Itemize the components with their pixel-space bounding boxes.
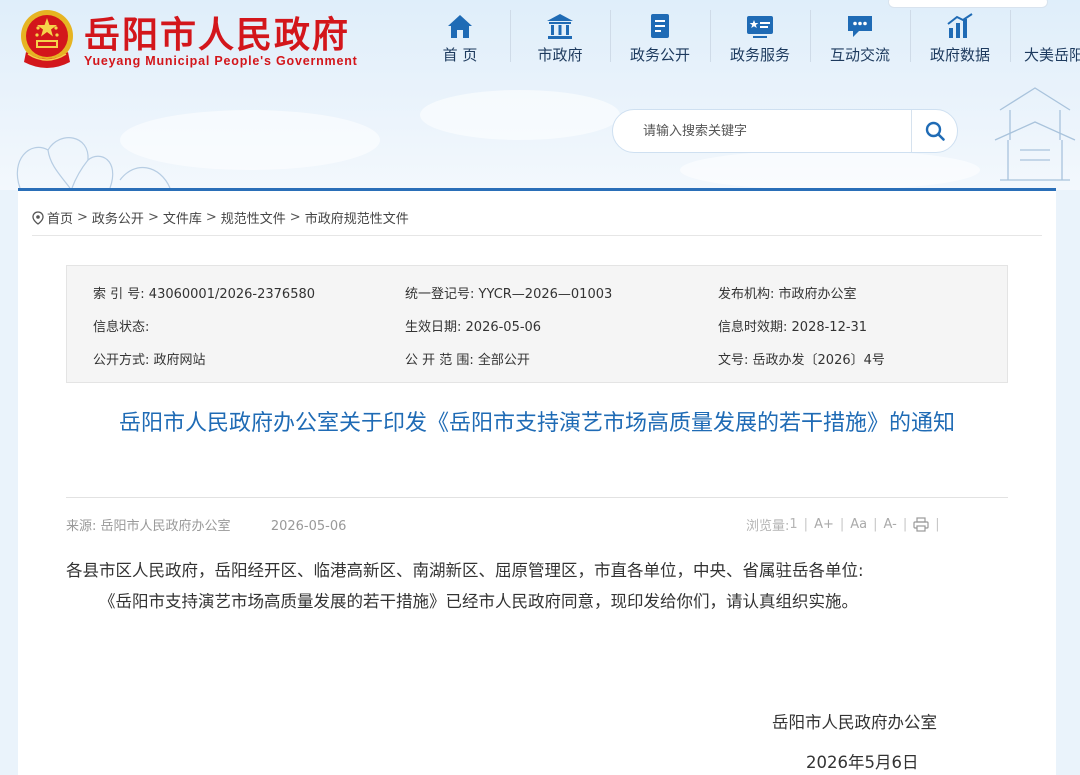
article-tools: 浏览量: 1 | A+ | Aa | A- | |: [746, 515, 946, 534]
breadcrumb: 首页 > 政务公开 > 文件库 > 规范性文件 > 市政府规范性文件: [32, 208, 409, 227]
nav-item-gov-data[interactable]: 政府数据: [910, 0, 1010, 72]
search-input[interactable]: [613, 110, 911, 152]
bar-chart-icon: [947, 13, 973, 38]
document-metadata: 索 引 号: 43060001/2026-2376580 统一登记号: YYCR…: [66, 265, 1008, 383]
nav-label: 政府数据: [929, 46, 990, 64]
meta-document-number-label: 文号:: [718, 353, 749, 368]
breadcrumb-separator: >: [205, 210, 217, 225]
print-icon[interactable]: [913, 517, 929, 532]
nav-item-home[interactable]: 首 页: [410, 0, 510, 72]
article-paragraph: 《岳阳市支持演艺市场高质量发展的若干措施》已经市人民政府同意，现印发给你们，请认…: [99, 592, 858, 611]
breadcrumb-separator: >: [77, 210, 88, 225]
content-card: 首页 > 政务公开 > 文件库 > 规范性文件 > 市政府规范性文件 索 引 号…: [18, 188, 1056, 775]
search-icon: [925, 121, 945, 141]
meta-disclosure-scope: 公 开 范 围: 全部公开: [405, 349, 530, 368]
font-increase-button[interactable]: A+: [814, 517, 834, 532]
breadcrumb-divider: [32, 235, 1042, 236]
main-nav: 首 页 市政府 政务公开 政务服务 互动交流 政府数据 大美岳阳: [410, 0, 1080, 72]
meta-issuer-value: 市政府办公室: [778, 287, 857, 302]
lotus-decoration: [16, 137, 171, 189]
breadcrumb-separator: >: [289, 210, 301, 225]
chat-bubble-icon: [848, 16, 872, 37]
source-label: 来源:: [66, 519, 97, 534]
tool-separator: |: [803, 517, 809, 532]
meta-disclosure-method-value: 政府网站: [153, 353, 206, 368]
nav-label: 首 页: [442, 46, 478, 64]
nav-label: 大美岳阳: [1023, 46, 1080, 64]
nav-label: 市政府: [537, 46, 583, 64]
home-icon: [448, 15, 472, 38]
tool-separator: |: [935, 517, 940, 532]
search-box: [612, 109, 958, 153]
signature-organization: 岳阳市人民政府办公室: [772, 713, 937, 732]
source-value: 岳阳市人民政府办公室: [100, 519, 231, 534]
meta-status: 信息状态:: [93, 316, 149, 335]
meta-expiry-date-value: 2028-12-31: [791, 320, 868, 335]
national-emblem-icon: [21, 10, 73, 68]
site-name-en: Yueyang Municipal People's Government: [84, 54, 358, 68]
article-info: 来源: 岳阳市人民政府办公室 2026-05-06: [66, 515, 346, 534]
meta-issuer: 发布机构: 市政府办公室: [718, 283, 857, 302]
breadcrumb-separator: >: [147, 210, 159, 225]
nav-item-beautiful-yueyang[interactable]: 大美岳阳: [1010, 0, 1080, 72]
meta-expiry-date: 信息时效期: 2028-12-31: [718, 316, 867, 335]
meta-registration: 统一登记号: YYCR—2026—01003: [405, 283, 612, 302]
breadcrumb-link-file-library[interactable]: 文件库: [163, 208, 202, 227]
meta-effective-date: 生效日期: 2026-05-06: [405, 316, 541, 335]
breadcrumb-link-gov-affairs[interactable]: 政务公开: [92, 208, 144, 227]
meta-registration-label: 统一登记号:: [405, 287, 475, 302]
meta-index-label: 索 引 号:: [93, 287, 145, 302]
meta-document-number-value: 岳政办发〔2026〕4号: [752, 353, 885, 368]
meta-index: 索 引 号: 43060001/2026-2376580: [93, 283, 315, 302]
article-title: 岳阳市人民政府办公室关于印发《岳阳市支持演艺市场高质量发展的若干措施》的通知: [118, 411, 955, 436]
breadcrumb-link-home[interactable]: 首页: [47, 208, 73, 227]
decorative-cloud: [420, 90, 620, 140]
meta-effective-date-label: 生效日期:: [405, 320, 462, 335]
meta-effective-date-value: 2026-05-06: [465, 320, 542, 335]
meta-disclosure-method-label: 公开方式:: [93, 353, 150, 368]
breadcrumb-link-city-normative-docs[interactable]: 市政府规范性文件: [305, 208, 409, 227]
breadcrumb-link-normative-docs[interactable]: 规范性文件: [221, 208, 286, 227]
government-building-icon: [547, 14, 573, 39]
nav-label: 互动交流: [829, 46, 890, 64]
service-card-icon: [747, 16, 773, 38]
document-icon: [651, 14, 669, 38]
signature-date: 2026年5月6日: [806, 753, 919, 772]
pavilion-decoration: [994, 87, 1076, 181]
font-decrease-button[interactable]: A-: [884, 517, 897, 532]
views-count: 1: [789, 517, 798, 532]
nav-item-government[interactable]: 市政府: [510, 0, 610, 72]
meta-status-label: 信息状态:: [93, 320, 150, 335]
publish-date: 2026-05-06: [270, 519, 347, 534]
search-button[interactable]: [911, 110, 957, 152]
font-reset-button[interactable]: Aa: [850, 517, 867, 532]
nav-item-gov-affairs-open[interactable]: 政务公开: [610, 0, 710, 72]
nav-item-gov-services[interactable]: 政务服务: [710, 0, 810, 72]
decorative-cloud: [680, 150, 980, 190]
tool-separator: |: [873, 517, 878, 532]
nav-item-interaction[interactable]: 互动交流: [810, 0, 910, 72]
views-label: 浏览量:: [746, 519, 790, 534]
site-header: 岳阳市人民政府 Yueyang Municipal People's Gover…: [0, 0, 1080, 190]
nav-label: 政务公开: [629, 46, 690, 64]
article-paragraph: 各县市区人民政府，岳阳经开区、临港高新区、南湖新区、屈原管理区，市直各单位，中央…: [66, 561, 864, 580]
title-divider: [66, 497, 1008, 498]
meta-index-value: 43060001/2026-2376580: [148, 287, 316, 302]
meta-disclosure-scope-value: 全部公开: [477, 353, 530, 368]
tool-separator: |: [839, 517, 845, 532]
location-pin-icon: [32, 210, 44, 225]
meta-issuer-label: 发布机构:: [718, 287, 775, 302]
meta-registration-value: YYCR—2026—01003: [478, 287, 613, 302]
meta-document-number: 文号: 岳政办发〔2026〕4号: [718, 349, 885, 368]
site-name-cn[interactable]: 岳阳市人民政府: [84, 6, 350, 58]
meta-expiry-date-label: 信息时效期:: [718, 320, 788, 335]
tool-separator: |: [902, 517, 908, 532]
meta-disclosure-method: 公开方式: 政府网站: [93, 349, 206, 368]
nav-label: 政务服务: [729, 46, 790, 64]
meta-disclosure-scope-label: 公 开 范 围:: [405, 353, 474, 368]
article-body: 各县市区人民政府，岳阳经开区、临港高新区、南湖新区、屈原管理区，市直各单位，中央…: [66, 555, 1026, 617]
